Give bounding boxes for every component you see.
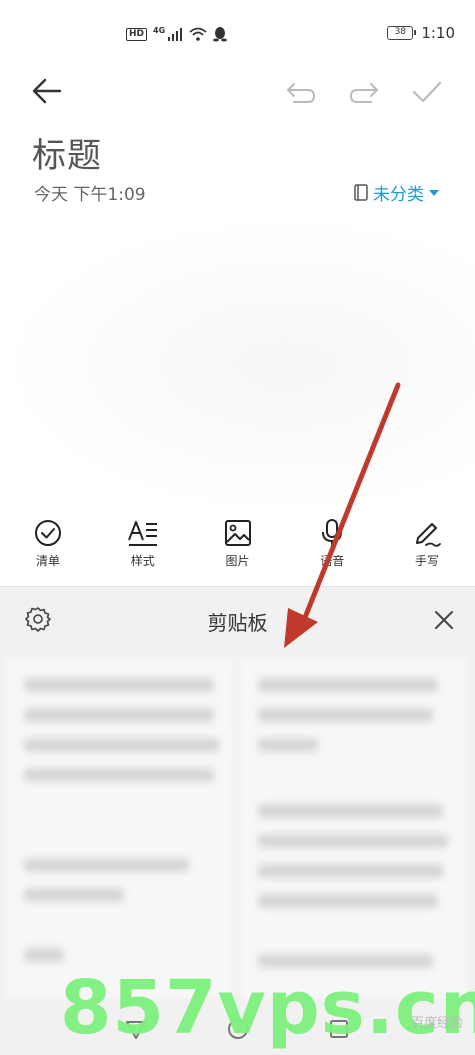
category-selector[interactable]: 未分类 (354, 180, 439, 205)
close-icon[interactable] (433, 609, 455, 631)
note-date: 今天 下午1:09 (34, 185, 146, 205)
image-icon (224, 520, 251, 546)
format-voice-label: 语音 (320, 554, 345, 568)
format-handwriting-button[interactable]: 手写 (397, 518, 457, 586)
format-bar: 清单 样式 图片 语音 手写 (0, 518, 475, 586)
network-type: 4G (153, 25, 166, 35)
format-image-label: 图片 (225, 554, 250, 568)
watermark-text: 857vps.cn (60, 965, 475, 1051)
source-watermark: 百度经验 (410, 1016, 463, 1031)
status-icons: HD 4G (126, 25, 228, 42)
format-style-button[interactable]: 样式 (113, 518, 173, 586)
checklist-icon (35, 520, 61, 546)
status-time: 1:10 (421, 24, 455, 42)
undo-icon[interactable] (284, 78, 318, 106)
note-title[interactable]: 标题 (32, 128, 102, 177)
check-icon[interactable] (410, 78, 444, 106)
notebook-icon (354, 184, 368, 201)
text-style-icon (127, 521, 157, 546)
back-arrow-icon[interactable] (30, 76, 64, 106)
clipboard-card[interactable] (6, 658, 234, 998)
redo-icon[interactable] (347, 78, 381, 106)
clipboard-card[interactable] (240, 658, 466, 998)
format-checklist-label: 清单 (35, 554, 60, 568)
hd-badge: HD (126, 27, 148, 41)
status-bar: HD 4G 38 1:10 (0, 0, 475, 70)
format-image-button[interactable]: 图片 (208, 518, 268, 586)
microphone-icon (322, 519, 343, 546)
status-right: 38 1:10 (387, 24, 455, 42)
category-label: 未分类 (373, 185, 424, 205)
format-handwriting-label: 手写 (414, 554, 439, 568)
caret-down-icon (429, 189, 439, 196)
format-checklist-button[interactable]: 清单 (18, 518, 78, 586)
handwriting-icon (416, 523, 441, 547)
format-style-label: 样式 (130, 554, 155, 568)
note-editor[interactable] (0, 215, 475, 515)
qq-icon (213, 27, 228, 42)
format-voice-button[interactable]: 语音 (302, 518, 362, 586)
clipboard-title: 剪贴板 (207, 611, 268, 635)
wifi-icon (189, 27, 207, 41)
signal-icon (168, 28, 183, 41)
clipboard-items (0, 658, 475, 998)
clipboard-header: 剪贴板 (0, 586, 475, 650)
battery-indicator: 38 (387, 26, 417, 40)
